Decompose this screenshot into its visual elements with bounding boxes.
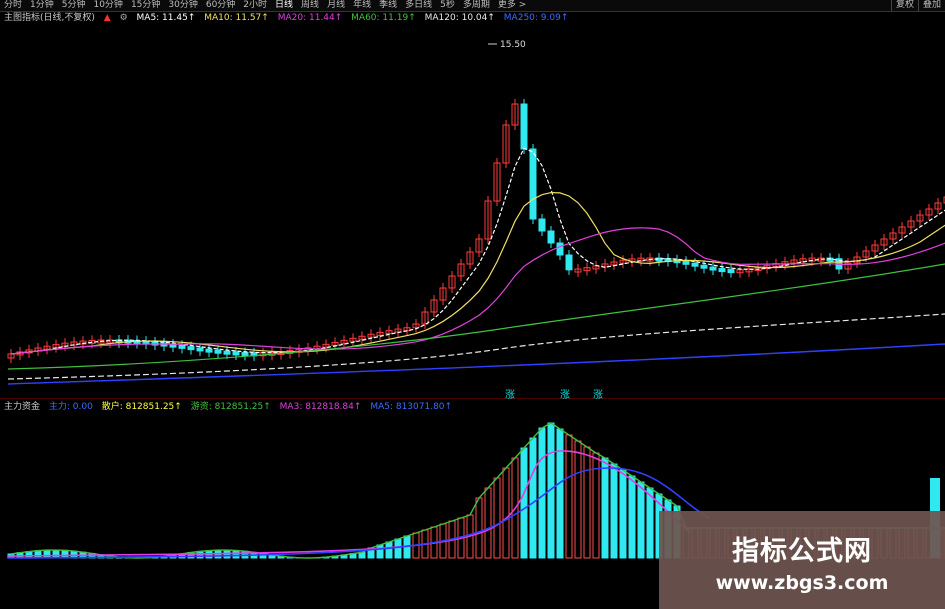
candle [241,352,249,357]
period-tab[interactable]: 年线 [349,0,375,11]
histogram-bar [385,541,393,559]
period-tab[interactable]: 周线 [297,0,323,11]
histogram-bar [610,463,618,559]
period-tab[interactable]: 2小时 [239,0,271,11]
histogram-bar [502,467,510,559]
candle [691,262,699,267]
ma10-value: MA10: 11.57↑ [204,13,269,23]
candle [232,351,240,356]
histogram-bar [574,440,582,559]
period-tab[interactable]: 多周期 [459,0,494,11]
candle [727,269,735,274]
ma5-value: MA5: 11.45↑ [136,13,196,23]
period-tab[interactable]: 30分钟 [164,0,201,11]
candle [196,347,204,352]
ma20-line [10,227,945,355]
sub-value-5: MA5: 813071.80↑ [370,402,453,412]
candle [682,260,690,265]
histogram-bar [619,469,627,559]
histogram-bar [646,487,654,559]
main-indicator-title[interactable]: 主图指标(日线,不复权) [4,13,95,23]
period-tab[interactable]: 多日线 [401,0,436,11]
histogram-bar [538,427,546,559]
candle [538,218,546,232]
pane-divider[interactable] [0,398,945,399]
period-tab-active[interactable]: 日线 [271,0,297,11]
sub-value-3: 游资: 812851.25↑ [190,402,271,412]
histogram-bar [43,549,51,559]
candle [187,346,195,351]
candle [520,103,528,150]
histogram-bar [583,446,591,559]
period-tab[interactable]: 60分钟 [202,0,239,11]
toolbar-right: 复权 叠加 [890,0,945,11]
ma250-value: MA250: 9.09↑ [503,13,569,23]
signal-label: 涨 [505,390,515,401]
adjust-button[interactable]: 复权 [890,0,918,11]
candle [178,344,186,349]
period-tab[interactable]: 月线 [323,0,349,11]
period-tab[interactable]: 1分钟 [26,0,58,11]
candle [709,266,717,271]
ma250-line [7,343,945,385]
more-tab[interactable]: 更多 > [494,0,530,11]
candle [718,268,726,273]
histogram-bar [520,447,528,559]
histogram-bar [529,437,537,559]
histogram-bar [34,550,42,559]
settings-icon[interactable]: ⚙ [120,13,128,23]
sub-indicator-title[interactable]: 主力资金 [4,402,40,412]
signal-label: 涨 [560,390,570,401]
histogram-bar [484,487,492,559]
candle [214,349,222,354]
histogram-bar [52,549,60,559]
histogram-bar [493,477,501,559]
histogram-bar [232,549,240,559]
high-price-label: 15.50 [500,40,526,50]
period-toolbar: 分时 1分钟 5分钟 10分钟 15分钟 30分钟 60分钟 2小时 日线 周线 月线 年线 季线 多日线… [0,0,945,12]
candle [529,148,537,220]
ma20-value: MA20: 11.44↑ [277,13,343,23]
histogram-bar [556,428,564,559]
main-legend: 主图指标(日线,不复权) ▲ ⚙ MA5: 11.45↑ MA10: 11.57… [4,12,574,24]
histogram-bar [394,538,402,559]
period-tab[interactable]: 5秒 [436,0,459,11]
candlestick-chart[interactable]: 15.50 [0,24,945,398]
candle [205,348,213,353]
up-arrow-icon: ▲ [103,13,111,23]
histogram-bar [475,497,483,559]
period-tab[interactable]: 分时 [0,0,26,11]
histogram-bar [628,475,636,559]
ma120-value: MA120: 10.04↑ [424,13,495,23]
sub-value-1: 主力: 0.00 [48,402,93,412]
signal-label: 涨 [593,390,603,401]
histogram-bar [565,434,573,559]
period-tab[interactable]: 10分钟 [89,0,126,11]
histogram-bar [376,544,384,559]
candle [700,264,708,269]
candle [547,230,555,244]
ma10-line [10,191,945,355]
period-tab[interactable]: 15分钟 [127,0,164,11]
watermark: 指标公式网 www.zbgs3.com [659,511,945,609]
sub-value-2: 散户: 812851.25↑ [101,402,182,412]
candle [565,254,573,271]
sub-legend: 主力资金 主力: 0.00 散户: 812851.25↑ 游资: 812851.… [4,401,458,413]
ma5-line [10,147,945,355]
ma120-line [7,313,945,380]
watermark-title: 指标公式网 [732,536,872,567]
sub-value-4: MA3: 812818.84↑ [279,402,362,412]
period-tab[interactable]: 季线 [375,0,401,11]
watermark-url: www.zbgs3.com [715,572,889,594]
ma60-value: MA60: 11.19↑ [351,13,416,23]
histogram-bar [601,457,609,559]
overlay-button[interactable]: 叠加 [917,0,945,11]
candle [223,350,231,355]
candle [556,242,564,256]
histogram-bar [637,481,645,559]
ma3-line [7,450,691,557]
period-tab[interactable]: 5分钟 [58,0,90,11]
